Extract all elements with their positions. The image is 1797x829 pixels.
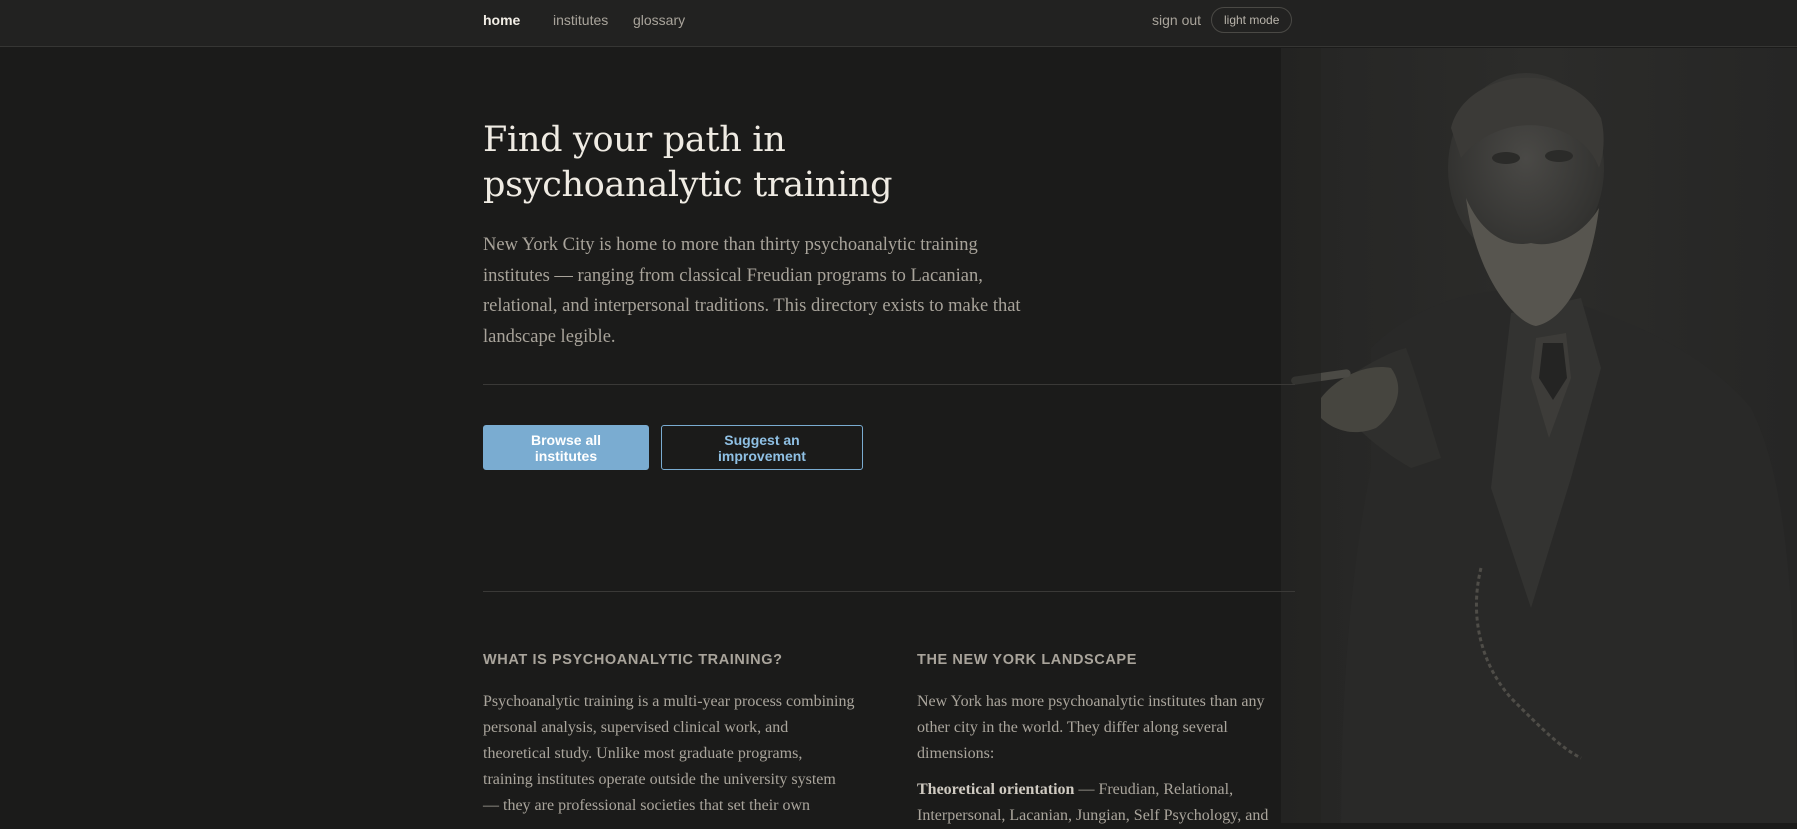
top-nav: home institutes glossary sign out light … <box>0 0 1797 47</box>
portrait-image <box>1281 48 1797 823</box>
section-body-training: Psychoanalytic training is a multi-year … <box>483 693 855 814</box>
suggest-improvement-button[interactable]: Suggest an improvement <box>661 425 863 470</box>
hero-lead: New York City is home to more than thirt… <box>483 235 1021 347</box>
dimension-label: Theoretical orientation <box>917 781 1075 798</box>
section-heading-training: WHAT IS PSYCHOANALYTIC TRAINING? <box>483 652 783 668</box>
nav-home-link[interactable]: home <box>483 12 520 28</box>
nav-glossary-link[interactable]: glossary <box>633 12 685 28</box>
landscape-dimension-item: Theoretical orientation — Freudian, Rela… <box>917 777 1289 829</box>
browse-institutes-button[interactable]: Browse all institutes <box>483 425 649 470</box>
divider <box>483 591 1295 592</box>
nav-institutes-link[interactable]: institutes <box>553 12 608 28</box>
divider <box>483 384 1295 385</box>
section-body-landscape: New York has more psychoanalytic institu… <box>917 693 1265 762</box>
light-mode-toggle[interactable]: light mode <box>1211 7 1293 33</box>
page-title: Find your path in psychoanalytic trainin… <box>483 120 893 205</box>
section-heading-landscape: THE NEW YORK LANDSCAPE <box>917 652 1137 668</box>
sign-out-link[interactable]: sign out <box>1152 12 1201 28</box>
portrait-photo-icon <box>1281 48 1797 823</box>
